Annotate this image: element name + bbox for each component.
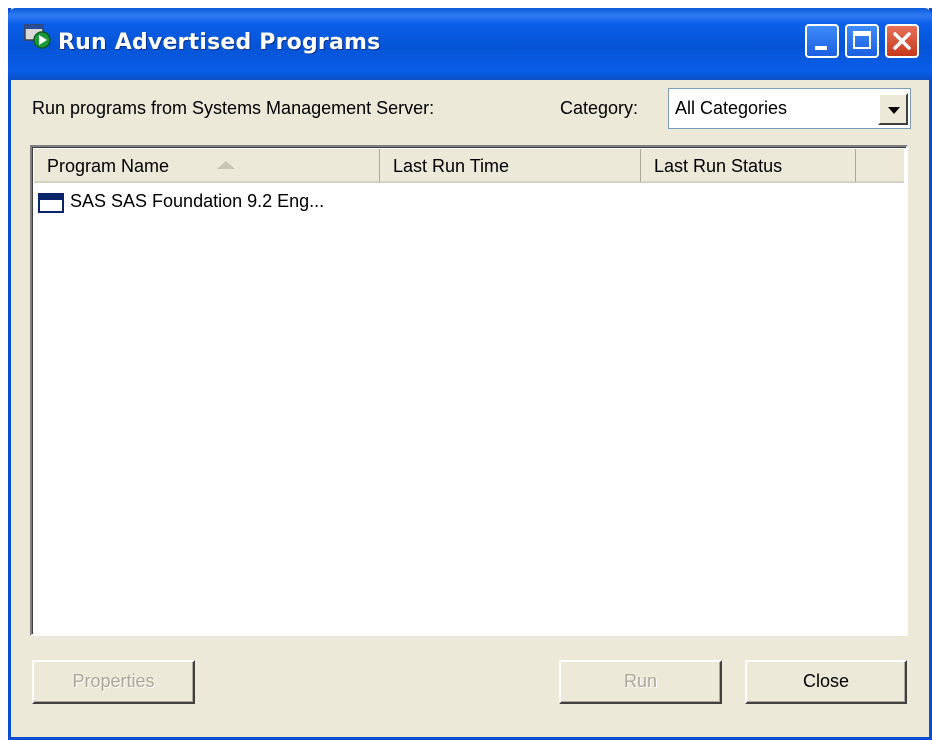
maximize-button[interactable]: [845, 24, 879, 58]
column-header-label: Last Run Time: [393, 156, 510, 176]
sort-ascending-icon: [217, 161, 235, 169]
close-window-button[interactable]: [885, 24, 919, 58]
maximize-icon: [853, 31, 871, 49]
close-button[interactable]: Close: [745, 660, 907, 704]
category-select-value: All Categories: [675, 98, 788, 118]
properties-button[interactable]: Properties: [32, 660, 195, 704]
minimize-button[interactable]: [805, 24, 839, 58]
chevron-down-icon[interactable]: [878, 93, 908, 125]
close-icon: [893, 32, 911, 50]
category-label: Category:: [560, 98, 639, 118]
column-header-empty[interactable]: [856, 149, 904, 183]
minimize-icon: [815, 46, 827, 50]
program-name: SAS SAS Foundation 9.2 Eng...: [70, 191, 325, 211]
column-header-label: Program Name: [47, 156, 170, 176]
window-title: Run Advertised Programs: [58, 30, 381, 55]
run-button[interactable]: Run: [559, 660, 722, 704]
category-select[interactable]: All Categories: [668, 88, 911, 129]
source-label: Run programs from Systems Management Ser…: [32, 98, 435, 118]
title-bar[interactable]: Run Advertised Programs: [8, 8, 932, 80]
column-header-last-run-time[interactable]: Last Run Time: [380, 149, 641, 183]
run-program-icon: [24, 24, 51, 49]
programs-list[interactable]: Program Name Last Run Time Last Run Stat…: [30, 145, 908, 636]
column-header-label: Last Run Status: [654, 156, 783, 176]
list-header: Program Name Last Run Time Last Run Stat…: [34, 149, 904, 183]
program-window-icon: [38, 193, 64, 213]
column-header-program-name[interactable]: Program Name: [34, 149, 380, 183]
column-header-last-run-status[interactable]: Last Run Status: [641, 149, 856, 183]
